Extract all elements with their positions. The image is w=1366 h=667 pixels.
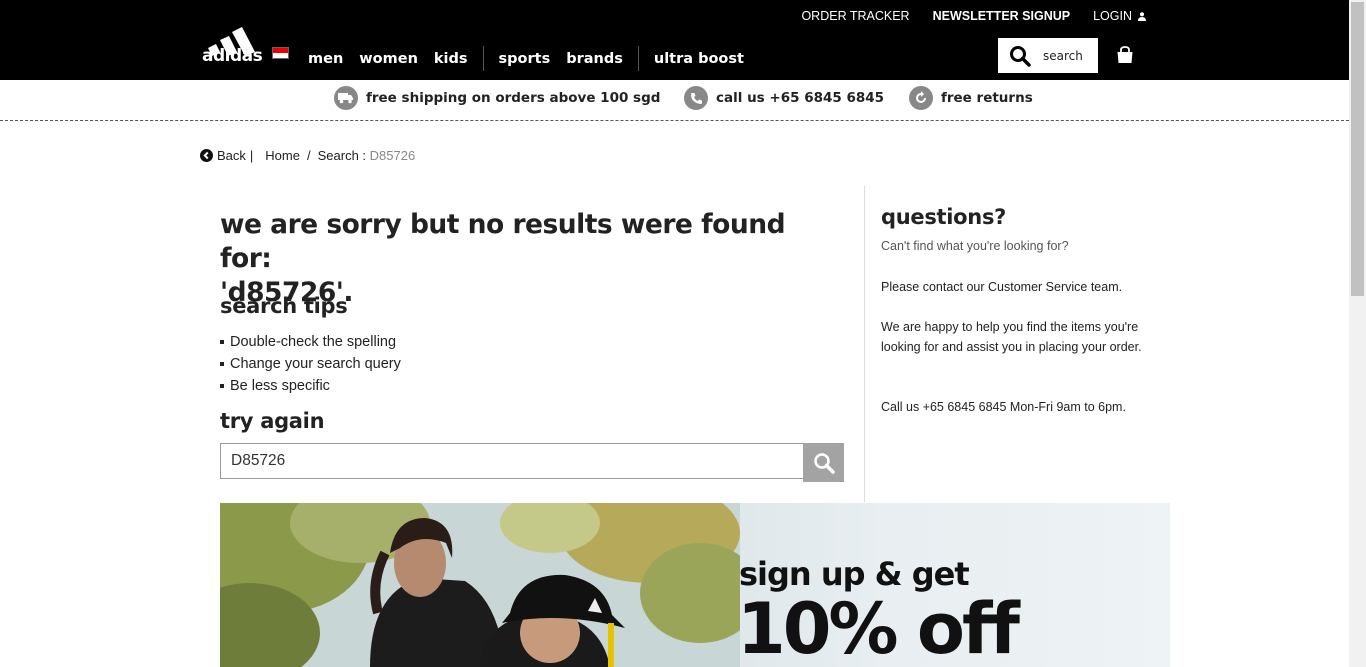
truck-icon [334, 86, 358, 110]
adidas-logo[interactable]: adidas [202, 18, 268, 62]
questions-heading: questions? [881, 205, 1007, 229]
search-tip: Double-check the spelling [220, 331, 401, 353]
try-again-heading: try again [220, 409, 325, 433]
nav-sports[interactable]: sports [499, 51, 551, 67]
phone-icon [684, 86, 708, 110]
back-label: Back [217, 148, 246, 163]
returns-icon [909, 86, 933, 110]
try-again-search-input[interactable] [220, 443, 804, 479]
site-header: ORDER TRACKER NEWSLETTER SIGNUP LOGIN ad… [0, 0, 1349, 80]
nav-ultra-boost[interactable]: ultra boost [654, 51, 744, 67]
search-icon [1010, 45, 1031, 67]
nav-kids[interactable]: kids [434, 51, 468, 67]
newsletter-signup-link[interactable]: NEWSLETTER SIGNUP [933, 8, 1071, 24]
help-text: We are happy to help you find the items … [881, 320, 1142, 354]
try-again-search-button[interactable] [803, 443, 844, 482]
brand-wordmark: adidas [202, 46, 263, 62]
breadcrumb-home[interactable]: Home [265, 148, 300, 163]
nav-men[interactable]: men [308, 51, 343, 67]
search-tips-list: Double-check the spelling Change your se… [220, 331, 401, 397]
no-results-line1: we are sorry but no results were found f… [220, 209, 786, 274]
newsletter-promo-banner[interactable]: sign up & get 10% off [220, 503, 1170, 667]
promo-photo [220, 503, 740, 667]
back-arrow-icon [200, 149, 213, 162]
free-shipping-usp[interactable]: free shipping on orders above 100 sgd [334, 86, 660, 110]
nav-women[interactable]: women [359, 51, 418, 67]
singapore-flag-icon[interactable] [272, 47, 289, 59]
search-tip: Change your search query [220, 353, 401, 375]
user-icon [1138, 11, 1146, 21]
header-search-button[interactable]: search [998, 38, 1098, 73]
nav-brands[interactable]: brands [566, 51, 623, 67]
questions-subtitle: Can't find what you're looking for? [881, 239, 1069, 253]
header-search-label: search [1043, 48, 1083, 63]
call-hours-text: Call us +65 6845 6845 Mon-Fri 9am to 6pm… [881, 400, 1126, 414]
page-scrollbar-thumb[interactable] [1351, 2, 1364, 296]
nav-separator [482, 46, 484, 71]
shopping-bag-icon[interactable] [1116, 46, 1134, 64]
call-us-usp[interactable]: call us +65 6845 6845 [684, 86, 884, 110]
free-shipping-text: free shipping on orders above 100 sgd [366, 90, 661, 106]
login-link[interactable]: LOGIN [1093, 8, 1146, 24]
breadcrumb-pipe: | [249, 148, 254, 163]
top-links: ORDER TRACKER NEWSLETTER SIGNUP LOGIN [801, 8, 1146, 24]
back-link[interactable]: Back [200, 148, 246, 163]
main-nav: men women kids sports brands ultra boost [308, 46, 760, 71]
breadcrumb-separator: / [306, 148, 311, 163]
free-returns-usp[interactable]: free returns [909, 86, 1033, 110]
breadcrumb-search-prefix: Search : [317, 148, 367, 163]
free-returns-text: free returns [941, 90, 1033, 106]
login-label: LOGIN [1093, 9, 1132, 23]
promo-line2: 10% off [737, 588, 1020, 667]
breadcrumb-current: D85726 [369, 148, 416, 163]
contact-text: Please contact our Customer Service team… [881, 280, 1123, 294]
breadcrumb: Back | Home / Search : D85726 [200, 148, 415, 163]
nav-separator [637, 46, 639, 71]
search-tips-heading: search tips [220, 294, 348, 318]
call-us-text: call us +65 6845 6845 [716, 90, 885, 106]
search-tip: Be less specific [220, 375, 401, 397]
content-divider [864, 186, 865, 502]
order-tracker-link[interactable]: ORDER TRACKER [801, 8, 909, 24]
service-bar: free shipping on orders above 100 sgd ca… [0, 80, 1349, 121]
search-icon [813, 452, 835, 474]
